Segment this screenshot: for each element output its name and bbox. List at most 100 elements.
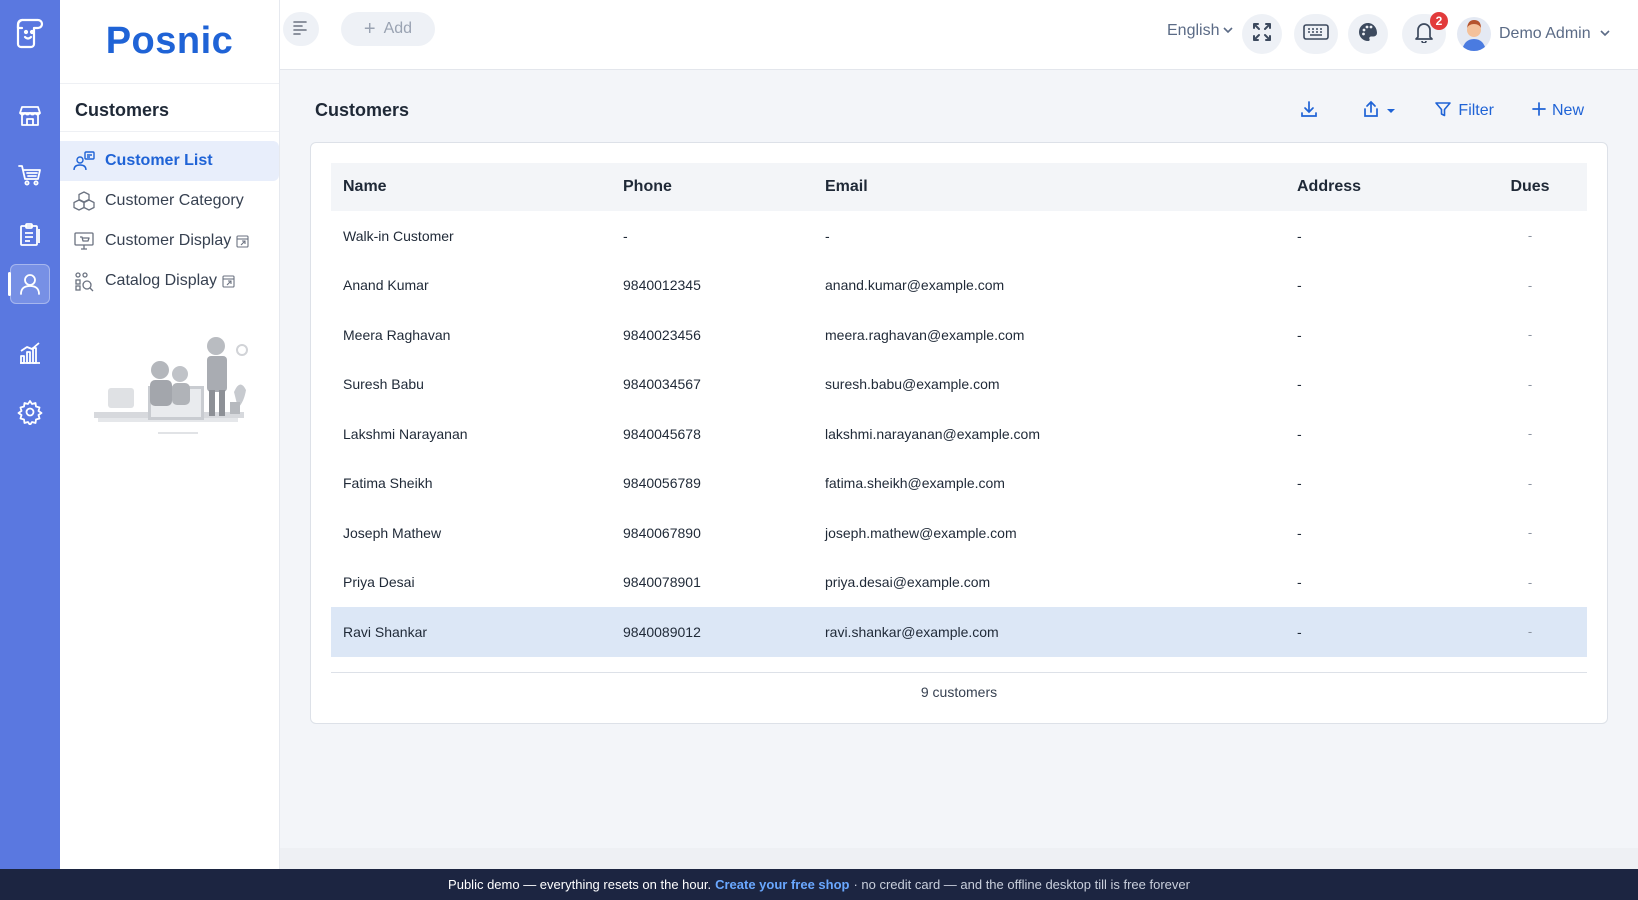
new-button[interactable]: New: [1532, 101, 1584, 121]
palette-icon: [1358, 22, 1378, 47]
brand-name: Posnic: [105, 20, 234, 62]
cell-name: Meera Raghavan: [343, 326, 451, 343]
cell-name: Joseph Mathew: [343, 524, 442, 541]
brand-logo[interactable]: Posnic: [60, 0, 279, 84]
cell-address: -: [1297, 574, 1302, 591]
chevron-down-icon: [1222, 22, 1234, 40]
cell-dues: -: [1527, 277, 1533, 293]
fullscreen-icon: [1252, 22, 1272, 47]
column-header-email[interactable]: Email: [813, 163, 1285, 211]
page-actions: Filter New: [1300, 96, 1600, 126]
cart-icon[interactable]: [10, 155, 50, 195]
table-row[interactable]: Meera Raghavan 9840023456 meera.raghavan…: [331, 310, 1587, 360]
cell-dues: -: [1527, 624, 1533, 640]
language-select[interactable]: English: [1167, 22, 1234, 40]
cell-dues: -: [1527, 228, 1533, 244]
sidebar-item-customer-list[interactable]: Customer List: [60, 141, 279, 181]
page-title: Customers: [315, 100, 410, 120]
cell-name: Walk-in Customer: [343, 227, 454, 244]
align-left-icon: [292, 19, 310, 40]
cell-dues: -: [1527, 376, 1533, 392]
cell-email: lakshmi.narayanan@example.com: [825, 425, 1040, 442]
cell-phone: 9840045678: [623, 425, 701, 442]
table-row[interactable]: Anand Kumar 9840012345 anand.kumar@examp…: [331, 261, 1587, 311]
cell-name: Priya Desai: [343, 574, 415, 591]
table-row[interactable]: Walk-in Customer - - - -: [331, 211, 1587, 261]
user-menu[interactable]: Demo Admin: [1457, 17, 1611, 51]
plus-icon: +: [363, 18, 376, 40]
menu-toggle-button[interactable]: [283, 12, 319, 46]
banner-subtext: · no credit card — and the offline deskt…: [853, 877, 1190, 892]
export-button[interactable]: [1362, 100, 1396, 123]
column-header-name[interactable]: Name: [331, 163, 611, 211]
cell-phone: -: [623, 227, 628, 244]
create-shop-link[interactable]: Create your free shop: [715, 877, 849, 892]
cell-dues: -: [1527, 475, 1533, 491]
sidebar-item-catalog-display[interactable]: Catalog Display: [60, 261, 279, 301]
sidebar-item-customer-display[interactable]: Customer Display: [60, 221, 279, 261]
column-header-dues[interactable]: Dues: [1473, 163, 1587, 211]
keyboard-icon: [1303, 23, 1329, 46]
filter-button[interactable]: Filter: [1434, 100, 1494, 123]
cell-name: Fatima Sheikh: [343, 475, 433, 492]
sidebar-item-customer-category[interactable]: Customer Category: [60, 181, 279, 221]
keyboard-button[interactable]: [1294, 14, 1338, 54]
cell-phone: 9840034567: [623, 376, 701, 393]
customers-card: Name Phone Email Address Dues Walk-in Cu…: [310, 142, 1608, 724]
cell-email: meera.raghavan@example.com: [825, 326, 1025, 343]
avatar: [1457, 17, 1491, 51]
cell-dues: -: [1527, 327, 1533, 343]
table-row-selected[interactable]: Ravi Shankar 9840089012 ravi.shankar@exa…: [331, 607, 1587, 657]
table-row[interactable]: Joseph Mathew 9840067890 joseph.mathew@e…: [331, 508, 1587, 558]
cell-address: -: [1297, 425, 1302, 442]
banner-text: Public demo — everything resets on the h…: [448, 877, 712, 892]
cell-email: joseph.mathew@example.com: [825, 524, 1017, 541]
cell-address: -: [1297, 376, 1302, 393]
record-count: 9 customers: [920, 684, 998, 700]
chevron-down-icon: [1599, 25, 1611, 43]
cell-dues: -: [1527, 426, 1533, 442]
column-header-address[interactable]: Address: [1285, 163, 1473, 211]
add-button[interactable]: + Add: [341, 12, 435, 46]
icon-rail: [0, 0, 60, 869]
user-icon[interactable]: [8, 264, 50, 304]
customers-table: Name Phone Email Address Dues Walk-in Cu…: [331, 163, 1587, 657]
cell-address: -: [1297, 277, 1302, 294]
new-label: New: [1551, 102, 1584, 119]
table-header-row: Name Phone Email Address Dues: [331, 163, 1587, 211]
settings-icon[interactable]: [10, 392, 50, 432]
cell-phone: 9840023456: [623, 326, 701, 343]
download-button[interactable]: [1300, 100, 1318, 123]
table-footer-divider: [331, 672, 1587, 673]
theme-button[interactable]: [1348, 14, 1388, 54]
table-row[interactable]: Suresh Babu 9840034567 suresh.babu@examp…: [331, 360, 1587, 410]
table-row[interactable]: Priya Desai 9840078901 priya.desai@examp…: [331, 558, 1587, 608]
content-footer-strip: [280, 848, 1638, 869]
cell-email: suresh.babu@example.com: [825, 376, 1000, 393]
demo-banner: Public demo — everything resets on the h…: [0, 869, 1638, 900]
notification-badge: 2: [1430, 12, 1448, 30]
table-row[interactable]: Lakshmi Narayanan 9840045678 lakshmi.nar…: [331, 409, 1587, 459]
sidebar-menu: Customer List Customer Category Customer…: [60, 132, 279, 301]
logo-icon[interactable]: [12, 14, 48, 50]
external-window-icon: [222, 274, 235, 288]
column-header-phone[interactable]: Phone: [611, 163, 813, 211]
cell-address: -: [1297, 623, 1302, 640]
notifications-button[interactable]: 2: [1402, 12, 1448, 54]
store-icon[interactable]: [10, 96, 50, 136]
catalog-icon: [73, 270, 95, 292]
clipboard-icon[interactable]: [10, 215, 50, 255]
cell-email: -: [825, 227, 830, 244]
cell-name: Anand Kumar: [343, 277, 429, 294]
fullscreen-button[interactable]: [1242, 14, 1282, 54]
cell-phone: 9840056789: [623, 475, 701, 492]
sidebar-item-label: Customer List: [105, 152, 213, 169]
chart-icon[interactable]: [10, 333, 50, 373]
table-row[interactable]: Fatima Sheikh 9840056789 fatima.sheikh@e…: [331, 459, 1587, 509]
download-icon: [1300, 100, 1318, 123]
cell-name: Suresh Babu: [343, 376, 424, 393]
monitor-icon: [73, 230, 95, 252]
customer-list-icon: [73, 150, 95, 172]
caret-down-icon: [1386, 102, 1396, 120]
sidebar-item-label: Customer Display: [105, 232, 232, 249]
